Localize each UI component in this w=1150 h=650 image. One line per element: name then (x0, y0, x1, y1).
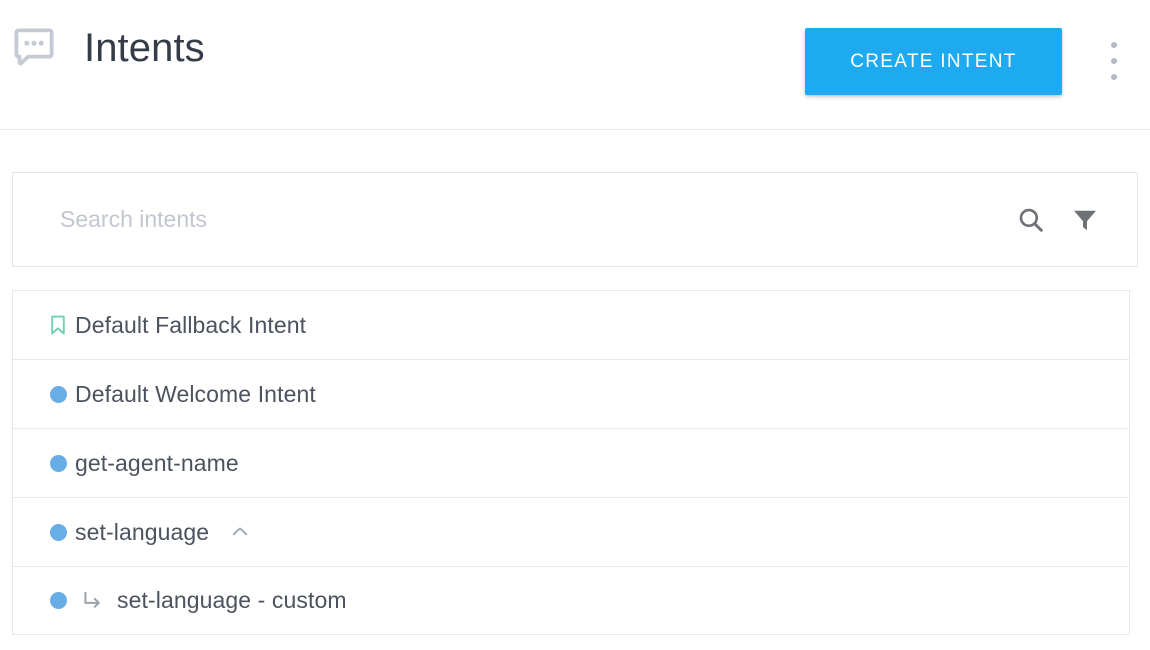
intent-list: Default Fallback Intent Default Welcome … (12, 290, 1130, 635)
intent-list-item[interactable]: set-language (12, 497, 1130, 566)
status-dot (49, 385, 67, 403)
create-intent-button[interactable]: CREATE INTENT (805, 28, 1062, 95)
intent-list-item[interactable]: Default Fallback Intent (12, 290, 1130, 359)
status-dot-icon (41, 454, 75, 472)
more-vert-icon[interactable] (1100, 38, 1128, 84)
intent-name: Default Welcome Intent (75, 380, 316, 407)
intent-name: Default Fallback Intent (75, 311, 307, 338)
status-dot (49, 523, 67, 541)
intent-name: set-language - custom (117, 587, 347, 613)
search-actions (997, 200, 1105, 240)
intent-row-main: Default Fallback Intent (75, 312, 306, 339)
intent-list-item[interactable]: Default Welcome Intent (12, 359, 1130, 428)
intent-name: set-language (75, 518, 210, 545)
chat-bubble-icon (10, 24, 58, 72)
app-header: Intents CREATE INTENT (0, 0, 1150, 130)
intent-list-item[interactable]: get-agent-name (12, 428, 1130, 497)
intent-list-item[interactable]: set-language - custom (12, 566, 1130, 635)
page-title: Intents (84, 26, 205, 70)
search-icon[interactable] (1011, 200, 1051, 240)
intent-row-main: set-language - custom (75, 587, 347, 614)
status-dot-icon (41, 592, 75, 609)
menu-dot (1111, 58, 1117, 64)
header-left-group: Intents (10, 24, 205, 72)
intent-row-main: get-agent-name (75, 450, 239, 477)
bookmark-icon (41, 313, 75, 337)
status-dot (49, 592, 67, 609)
search-input[interactable] (60, 206, 997, 233)
status-dot-icon (41, 385, 75, 403)
intent-row-main: set-language (75, 519, 253, 546)
status-dot (49, 454, 67, 472)
subdirectory-arrow-right-icon (80, 588, 106, 614)
menu-dot (1111, 42, 1117, 48)
menu-dot (1111, 74, 1117, 80)
status-dot-icon (41, 523, 75, 541)
search-bar[interactable] (12, 172, 1138, 267)
intent-name: get-agent-name (75, 449, 239, 476)
chevron-up-icon[interactable] (227, 519, 253, 545)
filter-icon[interactable] (1065, 200, 1105, 240)
intent-row-main: Default Welcome Intent (75, 381, 316, 408)
